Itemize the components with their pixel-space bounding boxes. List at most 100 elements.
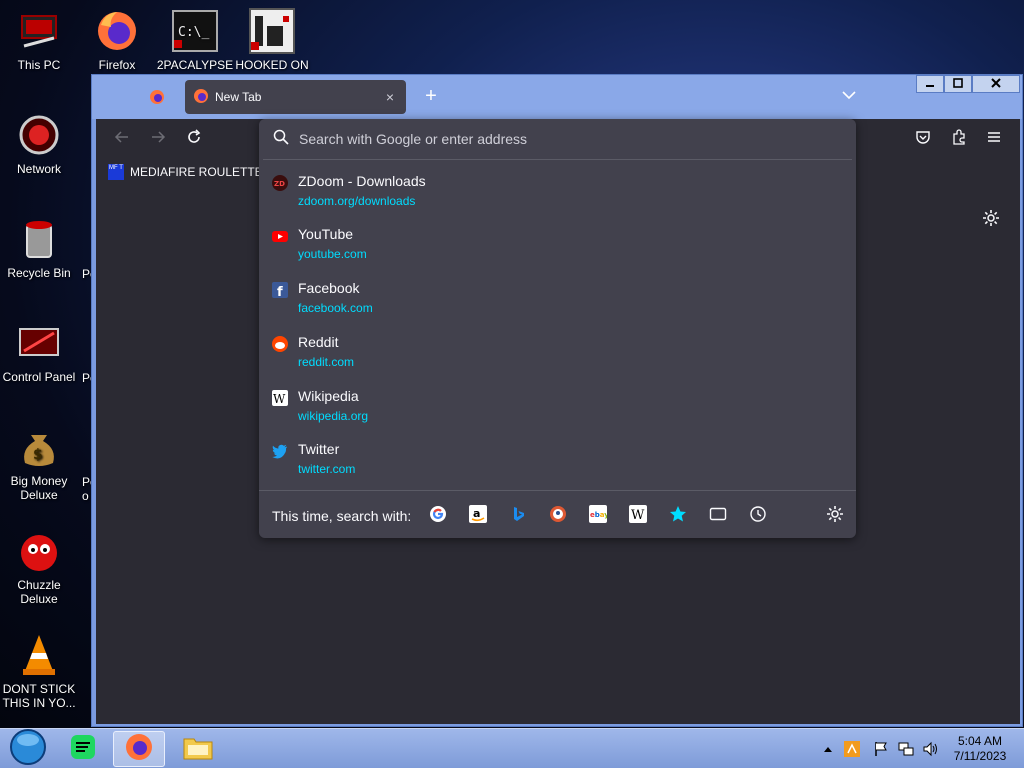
back-button[interactable]: [110, 127, 134, 151]
desktop-icon-label: This PC: [17, 58, 61, 72]
tabs-icon[interactable]: [708, 504, 728, 524]
desktop-icon-label: Network: [16, 162, 61, 176]
desktop-icon-network[interactable]: Network: [0, 112, 79, 176]
bing-icon[interactable]: [508, 504, 528, 524]
extensions-button[interactable]: [947, 127, 971, 151]
history-clock-icon[interactable]: [748, 504, 768, 524]
folder-icon: [182, 733, 214, 766]
suggestion-row[interactable]: Reddit reddit.com: [263, 334, 852, 386]
svg-text:W: W: [273, 392, 286, 406]
clipped-label: o: [82, 489, 89, 503]
close-window-button[interactable]: [972, 75, 1020, 93]
money-bag-icon: $: [16, 424, 62, 470]
chuzzle-icon: [16, 528, 62, 574]
desktop-icon-recycle-bin[interactable]: Recycle Bin: [0, 216, 79, 280]
vlc-cone-icon: [16, 632, 62, 678]
taskbar-spotify[interactable]: [57, 731, 109, 767]
duckduckgo-icon[interactable]: [548, 504, 568, 524]
urlbar-divider: [263, 159, 852, 160]
suggestion-row[interactable]: ZD ZDoom - Downloads zdoom.org/downloads: [263, 173, 852, 225]
suggestion-url: wikipedia.org: [298, 409, 369, 423]
desktop-icon-label: Recycle Bin: [7, 266, 71, 280]
desktop-icon-label: DONT STICK THIS IN YO...: [2, 682, 76, 710]
spotify-icon: [69, 733, 97, 766]
suggestion-row[interactable]: W Wikipedia wikipedia.org: [263, 388, 852, 440]
wikipedia-icon[interactable]: W: [628, 504, 648, 524]
desktop-icon-label: Big Money Deluxe: [10, 474, 68, 502]
tray-app-icon[interactable]: [844, 741, 860, 757]
one-off-search-bar: This time, search with: a ebay W: [259, 490, 856, 538]
amazon-icon[interactable]: a: [468, 504, 488, 524]
urlbar-input-row: [259, 119, 856, 159]
urlbar-dropdown: ZD ZDoom - Downloads zdoom.org/downloads…: [259, 119, 856, 538]
svg-text:f: f: [277, 285, 283, 298]
svg-text:$: $: [33, 447, 43, 463]
pocket-button[interactable]: [911, 127, 935, 151]
taskbar: 5:04 AM 7/11/2023: [0, 728, 1024, 768]
desktop-icon-this-pc[interactable]: This PC: [0, 8, 79, 72]
youtube-favicon: [272, 228, 288, 244]
suggestion-row[interactable]: YouTube youtube.com: [263, 226, 852, 278]
start-orb-icon: [9, 728, 47, 768]
bookmarks-star-icon[interactable]: [668, 504, 688, 524]
suggestion-url: zdoom.org/downloads: [298, 194, 416, 208]
control-panel-icon: [16, 320, 62, 366]
desktop-icon-control-panel[interactable]: Control Panel: [0, 320, 79, 384]
start-button[interactable]: [2, 728, 54, 768]
suggestion-row[interactable]: Twitter twitter.com: [263, 441, 852, 493]
taskbar-file-explorer[interactable]: [172, 731, 224, 767]
suggestion-row[interactable]: f Facebook facebook.com: [263, 280, 852, 332]
suggestion-title: YouTube: [298, 226, 354, 242]
desktop-icon-label: Control Panel: [2, 370, 76, 384]
mediafire-favicon: MF T: [108, 164, 124, 180]
forward-button[interactable]: [146, 127, 170, 151]
address-bar-input[interactable]: [299, 131, 819, 147]
new-tab-button[interactable]: +: [418, 83, 444, 109]
chevron-down-icon[interactable]: [842, 87, 856, 105]
bookmark-label: MEDIAFIRE ROULETTER: [130, 165, 272, 179]
zdoom-favicon: ZD: [272, 175, 288, 191]
minimize-button[interactable]: [916, 75, 944, 93]
maximize-button[interactable]: [944, 75, 972, 93]
google-icon[interactable]: [428, 504, 448, 524]
wikipedia-favicon: W: [272, 390, 288, 406]
desktop-icon-vlc[interactable]: DONT STICK THIS IN YO...: [0, 632, 79, 710]
back-arrow-icon: [114, 129, 130, 150]
ebay-icon[interactable]: ebay: [588, 504, 608, 524]
volume-speaker-icon[interactable]: [922, 741, 938, 757]
suggestion-title: Facebook: [298, 280, 360, 296]
taskbar-firefox[interactable]: [113, 731, 165, 767]
taskbar-clock[interactable]: 5:04 AM 7/11/2023: [946, 734, 1014, 764]
desktop-icon-2pacalypse[interactable]: C:\_ 2PACALYPSE: [155, 8, 235, 72]
app-menu-button[interactable]: [982, 127, 1006, 151]
close-tab-icon[interactable]: ×: [380, 89, 400, 105]
network-icon: [16, 112, 62, 158]
suggestion-url: facebook.com: [298, 301, 373, 315]
clock-time: 5:04 AM: [957, 734, 1003, 748]
desktop-icon-hooked-on[interactable]: HOOKED ON: [232, 8, 312, 72]
firefox-icon: [193, 88, 209, 107]
bookmark-mediafire-rouletter[interactable]: MF T MEDIAFIRE ROULETTER: [108, 164, 271, 180]
firefox-view-icon[interactable]: [149, 89, 165, 110]
show-hidden-icons-arrow-icon[interactable]: [820, 741, 836, 757]
game-icon: [249, 8, 295, 54]
search-settings-gear-icon[interactable]: [825, 504, 845, 524]
desktop-icon-label: Chuzzle Deluxe: [17, 578, 61, 606]
maximize-icon: [953, 77, 963, 91]
facebook-favicon: f: [272, 282, 288, 300]
desktop-icon-chuzzle[interactable]: Chuzzle Deluxe: [0, 528, 79, 606]
gear-icon[interactable]: [982, 209, 1000, 232]
twitter-favicon: [272, 443, 288, 459]
desktop-icon-label: 2PACALYPSE: [156, 58, 234, 72]
desktop-icon-firefox[interactable]: Firefox: [77, 8, 157, 72]
reddit-favicon: [272, 336, 288, 352]
suggestion-title: ZDoom - Downloads: [298, 173, 426, 189]
terminal-icon: C:\_: [172, 8, 218, 54]
tab-new-tab[interactable]: New Tab ×: [185, 80, 406, 114]
recycle-bin-icon: [16, 216, 62, 262]
desktop-icon-big-money[interactable]: $ Big Money Deluxe: [0, 424, 79, 502]
action-center-flag-icon[interactable]: [873, 741, 889, 757]
title-bar: New Tab × +: [92, 75, 1022, 119]
network-status-icon[interactable]: [898, 741, 914, 757]
reload-button[interactable]: [182, 127, 206, 151]
